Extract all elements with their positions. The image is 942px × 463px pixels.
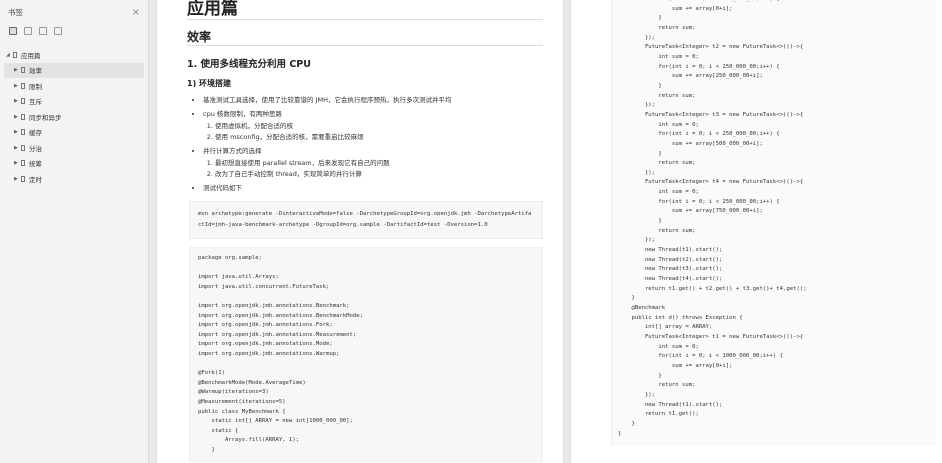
- list-item: 基准测试工具选择，使用了比较靠谱的 JMH，它会执行程序预热，执行多次测试并平均: [203, 95, 543, 105]
- sidebar-title: 书签: [8, 7, 23, 17]
- bookmark-label: 互斥: [29, 98, 42, 107]
- code-text: for(int i = 0; i < 250_000_00;i++) { sum…: [618, 0, 807, 437]
- chevron-right-icon[interactable]: ▶: [14, 114, 21, 120]
- bookmark-icon: [21, 98, 25, 105]
- chevron-right-icon[interactable]: ▶: [14, 83, 21, 89]
- chevron-right-icon[interactable]: ▶: [14, 145, 21, 151]
- bookmark-tree: ◢ 应用篇 ▶ 效率 ▶ 限制 ▶ 互斥 ▶ 同步和异步 ▶ 缓存 ▶ 分治 ▶ 统筹 ▶ 定时: [0, 47, 148, 187]
- page-title: 应用篇: [187, 0, 543, 20]
- bookmark-more-icon[interactable]: [54, 27, 62, 35]
- bookmark-icon: [13, 51, 17, 58]
- section-heading: 效率: [187, 30, 543, 46]
- bookmark-remove-icon[interactable]: [39, 27, 47, 35]
- bookmark-item-divide[interactable]: ▶ 分治: [0, 140, 148, 156]
- bookmark-grid-icon[interactable]: [9, 27, 17, 35]
- chevron-right-icon[interactable]: ▶: [14, 67, 21, 73]
- list-item: 并行计算方式的选择 最初想直接使用 parallel stream，后来发现它有…: [203, 146, 543, 179]
- bookmark-label: 应用篇: [21, 51, 41, 60]
- java-code-block-continued: for(int i = 0; i < 250_000_00;i++) { sum…: [611, 0, 936, 446]
- list-item: 最初想直接使用 parallel stream，后来发现它有自己的问题: [215, 158, 543, 168]
- bookmark-label: 缓存: [29, 129, 42, 138]
- bookmark-sidebar: 书签 × ◢ 应用篇 ▶ 效率 ▶ 限制 ▶ 互斥 ▶ 同步和异步 ▶ 缓存 ▶ 分治 ▶ 统筹…: [0, 0, 149, 463]
- bookmark-icon: [21, 144, 25, 151]
- chevron-right-icon[interactable]: ▶: [14, 129, 21, 135]
- list-item-text: 并行计算方式的选择: [203, 147, 262, 155]
- list-item: 改为了自己手动控制 thread，实现简单的并行计算: [215, 169, 543, 179]
- bookmark-item-cache[interactable]: ▶ 缓存: [0, 125, 148, 141]
- bookmark-icon: [21, 129, 25, 136]
- list-item: 使用 msconfig，分配合适的核，需要重启比较麻烦: [215, 132, 543, 142]
- numbered-list: 使用虚拟机，分配合适的核 使用 msconfig，分配合适的核，需要重启比较麻烦: [203, 121, 543, 142]
- bookmark-label: 统筹: [29, 160, 42, 169]
- expand-icon[interactable]: ◢: [6, 52, 13, 58]
- sidebar-header: 书签 ×: [0, 0, 148, 24]
- subsection-heading: 1. 使用多线程充分利用 CPU: [187, 59, 311, 70]
- document-page-left: 应用篇 效率 1. 使用多线程充分利用 CPU 1) 环境搭建 基准测试工具选择…: [157, 0, 563, 463]
- bookmark-item-timer[interactable]: ▶ 定时: [0, 171, 148, 187]
- java-code-block: package org.sample; import java.util.Arr…: [189, 247, 543, 463]
- bookmark-icon: [21, 160, 25, 167]
- bookmark-label: 定时: [29, 175, 42, 184]
- bookmark-label: 分治: [29, 144, 42, 153]
- sidebar-toolbar: [0, 24, 148, 41]
- list-item: cpu 核数限制，有两种思路 使用虚拟机，分配合适的核 使用 msconfig，…: [203, 109, 543, 142]
- bookmark-item-limit[interactable]: ▶ 限制: [0, 78, 148, 94]
- document-page-right: for(int i = 0; i < 250_000_00;i++) { sum…: [571, 0, 942, 463]
- bookmark-icon: [21, 113, 25, 120]
- bookmark-label: 同步和异步: [29, 113, 62, 122]
- list-item: 测试代码如下: [203, 183, 543, 193]
- bookmark-item-efficiency[interactable]: ▶ 效率: [4, 62, 144, 78]
- bookmark-item-coordinate[interactable]: ▶ 统筹: [0, 156, 148, 172]
- chevron-right-icon[interactable]: ▶: [14, 98, 21, 104]
- bookmark-label: 效率: [29, 67, 42, 76]
- bookmark-item-mutex[interactable]: ▶ 互斥: [0, 94, 148, 110]
- bookmark-add-icon[interactable]: [24, 27, 32, 35]
- chevron-right-icon[interactable]: ▶: [14, 160, 21, 166]
- list-item-text: cpu 核数限制，有两种思路: [203, 110, 282, 118]
- bookmark-icon: [21, 67, 25, 74]
- bookmark-icon: [21, 175, 25, 182]
- list-item: 使用虚拟机，分配合适的核: [215, 121, 543, 131]
- bookmark-icon: [21, 82, 25, 89]
- bullet-list: 基准测试工具选择，使用了比较靠谱的 JMH，它会执行程序预热，执行多次测试并平均…: [187, 95, 543, 193]
- close-icon[interactable]: ×: [132, 7, 140, 18]
- chevron-right-icon[interactable]: ▶: [14, 176, 21, 182]
- bookmark-item-sync-async[interactable]: ▶ 同步和异步: [0, 109, 148, 125]
- command-code-block: mvn archetype:generate -DinteractiveMode…: [189, 201, 543, 239]
- bookmark-item-root[interactable]: ◢ 应用篇: [0, 47, 148, 63]
- numbered-list: 最初想直接使用 parallel stream，后来发现它有自己的问题 改为了自…: [203, 158, 543, 179]
- bookmark-label: 限制: [29, 82, 42, 91]
- sub-subsection-heading: 1) 环境搭建: [187, 79, 232, 88]
